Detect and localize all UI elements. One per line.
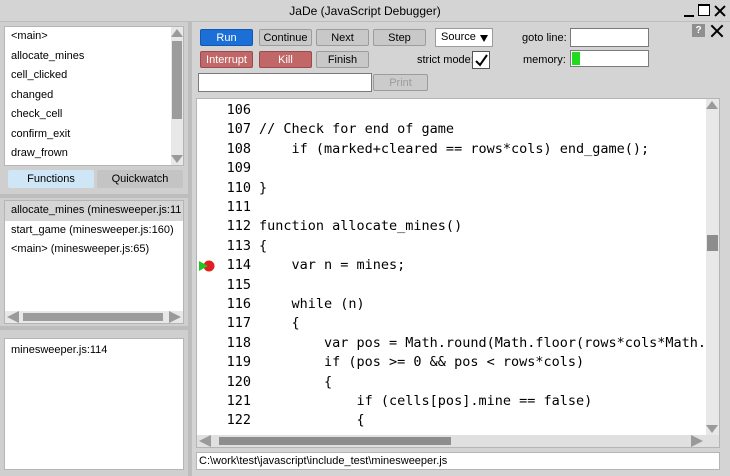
- goto-line-input[interactable]: [570, 28, 649, 47]
- strict-mode-label: strict mode:: [417, 54, 474, 66]
- line-number: 115: [226, 276, 251, 293]
- function-list-item[interactable]: check_cell: [5, 105, 171, 125]
- print-button[interactable]: Print: [373, 74, 428, 91]
- tab-quickwatch[interactable]: Quickwatch: [97, 170, 183, 188]
- code-text: if (marked+cleared == rows*cols) end_gam…: [259, 140, 650, 157]
- line-number: 106: [226, 102, 251, 118]
- scroll-down-icon[interactable]: [706, 425, 718, 433]
- window-close-icon[interactable]: [713, 4, 727, 18]
- line-number: 119: [226, 354, 251, 371]
- title-bar: JaDe (JavaScript Debugger): [0, 0, 730, 22]
- code-text: // Check for end of game: [259, 121, 455, 138]
- source-dropdown-label: Source: [441, 31, 476, 43]
- scroll-right-icon[interactable]: [169, 311, 181, 323]
- editor-vertical-scrollbar[interactable]: [706, 99, 719, 435]
- scroll-left-icon[interactable]: [199, 435, 211, 447]
- line-number: 121: [226, 393, 251, 409]
- breakpoints-list: minesweeper.js:114: [4, 338, 184, 470]
- finish-button[interactable]: Finish: [316, 51, 369, 68]
- code-text: {: [259, 237, 268, 254]
- line-number: 108: [226, 140, 251, 157]
- scrollbar-thumb[interactable]: [172, 41, 182, 119]
- run-button[interactable]: Run: [200, 29, 253, 46]
- next-button[interactable]: Next: [316, 29, 369, 46]
- function-list-item[interactable]: draw_frown: [5, 144, 171, 164]
- source-dropdown[interactable]: Source: [435, 28, 493, 47]
- code-text: function allocate_mines(): [259, 218, 463, 235]
- line-number: 107: [226, 121, 251, 138]
- step-button[interactable]: Step: [373, 29, 426, 46]
- memory-label: memory:: [523, 54, 566, 66]
- code-text: {: [259, 373, 333, 390]
- strict-mode-checkbox[interactable]: [472, 51, 490, 69]
- scrollbar-thumb[interactable]: [23, 313, 163, 321]
- scrollbar-thumb[interactable]: [219, 437, 451, 445]
- memory-meter-fill: [572, 52, 581, 65]
- functions-list: <main> allocate_mines cell_clicked changed c…: [4, 26, 184, 166]
- code-text: }: [259, 179, 268, 196]
- scroll-down-icon[interactable]: [171, 155, 183, 163]
- editor-horizontal-scrollbar[interactable]: [197, 435, 719, 447]
- function-list-item[interactable]: changed: [5, 86, 171, 106]
- scrollbar-thumb[interactable]: [707, 235, 718, 251]
- maximize-icon[interactable]: [698, 4, 710, 16]
- scroll-up-icon[interactable]: [171, 29, 183, 37]
- file-path-status: C:\work\test\javascript\include_test\min…: [196, 452, 720, 470]
- close-icon[interactable]: [710, 24, 724, 38]
- memory-meter: [570, 50, 649, 67]
- scroll-up-icon[interactable]: [706, 101, 718, 109]
- code-text: if (pos >= 0 && pos < rows*cols): [259, 354, 585, 371]
- line-number: 120: [226, 373, 251, 390]
- kill-button[interactable]: Kill: [259, 51, 312, 68]
- left-sidebar: <main> allocate_mines cell_clicked changed c…: [0, 22, 190, 476]
- code-text: {: [259, 315, 300, 332]
- function-list-item[interactable]: cell_clicked: [5, 66, 171, 86]
- line-number: 122: [226, 412, 251, 429]
- breakpoint-item[interactable]: minesweeper.js:114: [5, 341, 183, 361]
- checkmark-icon: [475, 54, 488, 67]
- function-list-item[interactable]: allocate_mines: [5, 47, 171, 67]
- line-number: 110: [226, 179, 251, 196]
- line-number: 118: [226, 334, 251, 351]
- line-number: 116: [226, 296, 251, 312]
- code-text: {: [259, 412, 365, 429]
- tab-functions[interactable]: Functions: [8, 170, 94, 188]
- panel-splitter[interactable]: [0, 194, 190, 198]
- code-text: var pos = Math.round(Math.floor(rows*col…: [259, 334, 707, 351]
- interrupt-button[interactable]: Interrupt: [200, 51, 253, 68]
- code-text: while (n): [259, 296, 365, 312]
- scroll-right-icon[interactable]: [691, 435, 703, 447]
- line-number: 113: [226, 237, 251, 254]
- line-number: 114: [226, 257, 251, 274]
- functions-vertical-scrollbar[interactable]: [171, 27, 183, 165]
- line-number: 111: [226, 199, 251, 215]
- function-list-item[interactable]: <main>: [5, 27, 171, 47]
- call-stack-item[interactable]: <main> (minesweeper.js:65): [5, 240, 183, 260]
- main-panel: Run Continue Next Step Source goto line:…: [192, 22, 730, 476]
- print-expression-input[interactable]: [198, 73, 372, 92]
- continue-button[interactable]: Continue: [259, 29, 312, 46]
- help-icon[interactable]: ?: [692, 24, 705, 37]
- window-title: JaDe (JavaScript Debugger): [289, 4, 441, 18]
- line-number: 109: [226, 160, 251, 177]
- scroll-left-icon[interactable]: [7, 311, 19, 323]
- chevron-down-icon: [480, 35, 488, 42]
- call-stack-list: allocate_mines (minesweeper.js:11 start_g…: [4, 200, 184, 324]
- code-text: if (cells[pos].mine == false): [259, 393, 593, 409]
- call-stack-item[interactable]: start_game (minesweeper.js:160): [5, 221, 183, 241]
- function-list-item[interactable]: confirm_exit: [5, 125, 171, 145]
- code-editor[interactable]: 106 107 // Check for end of game 108 if (ma…: [196, 98, 720, 448]
- line-number: 112: [226, 218, 251, 235]
- call-stack-horizontal-scrollbar[interactable]: [5, 311, 183, 323]
- goto-line-label: goto line:: [522, 32, 567, 44]
- call-stack-item[interactable]: allocate_mines (minesweeper.js:11: [5, 201, 183, 221]
- panel-splitter[interactable]: [0, 326, 190, 330]
- minimize-icon[interactable]: [683, 4, 697, 18]
- line-number: 117: [226, 315, 251, 332]
- code-text: var n = mines;: [259, 257, 406, 274]
